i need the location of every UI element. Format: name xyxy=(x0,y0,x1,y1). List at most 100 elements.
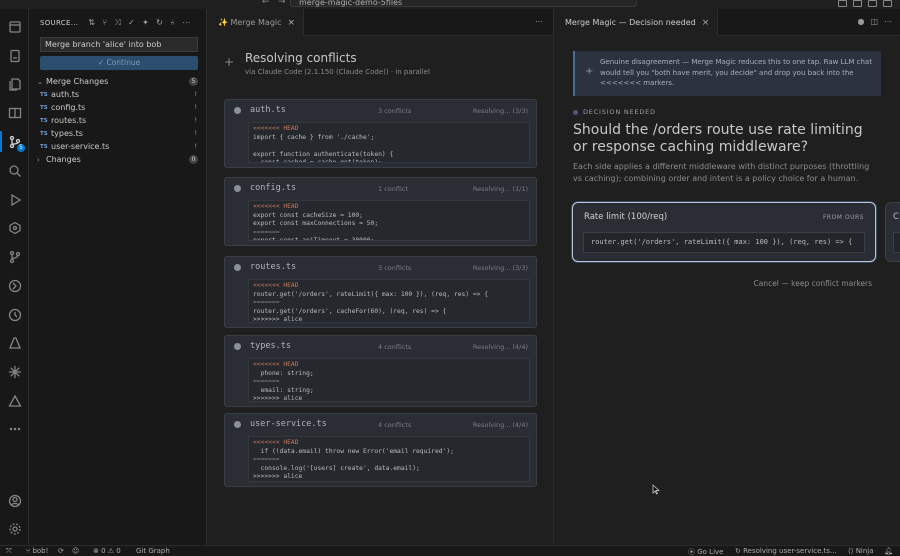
search-icon[interactable] xyxy=(7,163,22,178)
conflict-count: 3 conflicts xyxy=(378,264,412,272)
typescript-file-icon: TS xyxy=(40,91,48,98)
record-icon[interactable]: ● xyxy=(857,17,864,26)
status-dot-icon xyxy=(234,421,241,428)
file-item[interactable]: TS types.ts! xyxy=(29,127,206,140)
error-count: 0 xyxy=(101,547,106,555)
toggle-secondary-sidebar-icon[interactable] xyxy=(883,0,892,7)
command-center-search[interactable]: merge-magic-demo-5files xyxy=(290,0,637,7)
toggle-panel-icon[interactable] xyxy=(868,0,877,7)
continue-button[interactable]: ✓ Continue xyxy=(40,56,198,70)
merge-changes-group[interactable]: ⌄ Merge Changes 5 xyxy=(29,75,206,88)
tab-merge-magic[interactable]: ✨ Merge Magic × xyxy=(208,9,305,36)
card-header: config.ts 1 conflict Resolving... (1/1) xyxy=(225,178,536,199)
book-icon[interactable] xyxy=(7,105,22,120)
ninja-status[interactable]: ⟨⟩ Ninja xyxy=(848,547,874,555)
run-debug-icon[interactable] xyxy=(7,192,22,207)
toggle-sidebar-icon[interactable] xyxy=(853,0,862,7)
more-actions-icon[interactable]: ⋯ xyxy=(884,17,892,26)
option-title: C xyxy=(893,212,899,222)
decision-label: DECISION NEEDED xyxy=(573,108,656,116)
status-dot-icon xyxy=(573,109,578,115)
claude-sparkle-icon[interactable] xyxy=(7,364,22,379)
stage-icon[interactable]: ⇅ xyxy=(88,18,95,28)
conflict-card[interactable]: routes.ts 3 conflicts Resolving... (3/3) <<… xyxy=(224,256,537,328)
remote-icon[interactable] xyxy=(7,278,22,293)
option-card-theirs[interactable]: C xyxy=(885,202,900,262)
git-branch-icon[interactable] xyxy=(7,249,22,264)
close-icon[interactable]: × xyxy=(288,18,296,28)
azure-icon[interactable] xyxy=(7,335,22,350)
more-icon[interactable] xyxy=(7,421,22,436)
commit-check-icon[interactable]: ✓ xyxy=(128,18,135,28)
source-control-sidebar: SOURCE... ⇅ ⑂ ⤨ ✓ ✦ ↻ ⑃ ⋯ Merge branch '… xyxy=(29,9,207,545)
branch-icon[interactable]: ⑂ xyxy=(102,18,107,28)
sparkle-icon[interactable]: ✦ xyxy=(142,18,149,28)
chevron-right-icon: › xyxy=(37,155,40,164)
decision-label-text: DECISION NEEDED xyxy=(583,108,656,116)
conflict-card[interactable]: config.ts 1 conflict Resolving... (1/1) <<<… xyxy=(224,177,537,246)
resolving-status[interactable]: ↻ Resolving user-service.ts... xyxy=(735,547,837,555)
graph-icon[interactable]: ⑃ xyxy=(170,18,175,28)
more-actions-icon[interactable]: ⋯ xyxy=(535,17,543,26)
settings-gear-icon[interactable] xyxy=(7,521,22,536)
typescript-file-icon: TS xyxy=(40,117,48,124)
file-item[interactable]: TS routes.ts! xyxy=(29,114,206,127)
card-header: types.ts 4 conflicts Resolving... (4/4) xyxy=(225,336,536,357)
ninja-label: Ninja xyxy=(855,547,874,555)
customize-layout-icon[interactable] xyxy=(838,0,847,7)
forward-arrow-icon[interactable]: → xyxy=(278,0,286,7)
sidebar-header: SOURCE... ⇅ ⑂ ⤨ ✓ ✦ ↻ ⑃ ⋯ xyxy=(29,9,206,36)
code-line: ======= xyxy=(253,378,280,386)
explorer-icon[interactable] xyxy=(7,19,22,34)
card-file-name: auth.ts xyxy=(250,105,286,115)
problems-indicator[interactable]: ⊗ 0 ⚠ 0 xyxy=(93,547,121,555)
branch-indicator[interactable]: ⑂ bob! xyxy=(26,547,48,555)
typescript-file-icon: TS xyxy=(40,104,48,111)
layout-controls xyxy=(838,0,892,7)
commit-message-input[interactable]: Merge branch 'alice' into bob xyxy=(40,37,198,52)
conflict-card[interactable]: auth.ts 3 conflicts Resolving... (3/3) <<<<… xyxy=(224,99,537,168)
files-icon[interactable] xyxy=(7,48,22,63)
conflict-marker: ! xyxy=(194,143,197,150)
timeline-icon[interactable] xyxy=(7,307,22,322)
cancel-keep-markers-link[interactable]: Cancel — keep conflict markers xyxy=(753,279,872,288)
split-editor-icon[interactable]: ◫ xyxy=(870,17,878,26)
typescript-file-icon: TS xyxy=(40,143,48,150)
changes-group[interactable]: › Changes 0 xyxy=(29,153,206,166)
copy-icon[interactable] xyxy=(7,76,22,91)
file-item[interactable]: TS config.ts! xyxy=(29,101,206,114)
code-line: ​ xyxy=(253,142,525,151)
activity-bar: 5 xyxy=(0,9,29,545)
conflict-count: 4 conflicts xyxy=(378,343,412,351)
notifications-bell-icon[interactable]: 🔔︎ xyxy=(884,547,893,555)
warning-triangle-icon[interactable] xyxy=(7,393,22,408)
refresh-icon[interactable]: ↻ xyxy=(156,18,163,28)
account-icon[interactable] xyxy=(7,493,22,508)
conflict-card[interactable]: types.ts 4 conflicts Resolving... (4/4) <<<… xyxy=(224,335,537,407)
warning-count: 0 xyxy=(116,547,121,555)
option-code: router.get('/orders', rateLimit({ max: 1… xyxy=(583,232,865,253)
sparkle-icon: + xyxy=(585,66,594,77)
file-item[interactable]: TS user-service.ts! xyxy=(29,140,206,153)
code-line: <<<<<<< HEAD xyxy=(253,203,299,210)
back-arrow-icon[interactable]: ← xyxy=(262,0,270,7)
git-graph-button[interactable]: Git Graph xyxy=(136,547,170,555)
sync-icon[interactable]: ⟳ xyxy=(58,547,64,555)
code-line: ======= xyxy=(253,228,280,236)
go-live-button[interactable]: ⦿ Go Live xyxy=(688,547,723,556)
conflict-card[interactable]: user-service.ts 4 conflicts Resolving... (… xyxy=(224,413,537,487)
more-actions-icon[interactable]: ⋯ xyxy=(182,18,190,28)
account-icon[interactable]: ☺ xyxy=(72,547,79,555)
code-line: <<<<<<< HEAD xyxy=(253,125,299,132)
tab-decision-needed[interactable]: Merge Magic — Decision needed × xyxy=(555,9,719,36)
code-line: <<<<<<< HEAD xyxy=(253,361,299,368)
option-card-ours[interactable]: Rate limit (100/req) FROM OURS router.ge… xyxy=(572,202,876,262)
file-name: routes.ts xyxy=(51,116,87,125)
extensions-icon[interactable] xyxy=(7,220,22,235)
close-icon[interactable]: × xyxy=(702,18,710,28)
source-control-icon[interactable]: 5 xyxy=(0,131,25,152)
merge-icon[interactable]: ⤨ xyxy=(114,18,121,28)
code-line: export const maxConnections = 50; xyxy=(253,220,379,228)
remote-indicator-icon[interactable]: ⤧ xyxy=(6,547,12,556)
file-item[interactable]: TS auth.ts! xyxy=(29,88,206,101)
